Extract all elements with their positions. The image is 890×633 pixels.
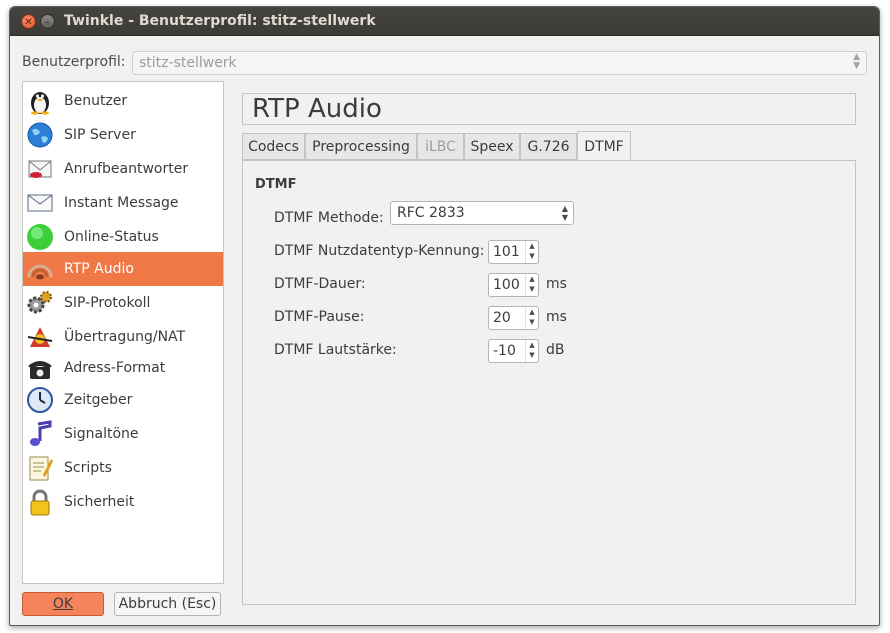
sidebar-item-label: SIP-Protokoll	[64, 295, 151, 311]
dtmf-volume-spinbox[interactable]: -10 ▲ ▼	[488, 339, 539, 363]
profile-label: Benutzerprofil:	[22, 54, 126, 70]
dtmf-duration-value: 100	[493, 277, 520, 293]
sidebar-item-label: Instant Message	[64, 195, 179, 211]
page-title-box: RTP Audio	[242, 93, 856, 125]
sidebar-item-label: SIP Server	[64, 127, 136, 143]
sidebar-item-label: Anrufbeantworter	[64, 161, 189, 177]
envelope-icon	[26, 189, 54, 217]
tab-preprocessing[interactable]: Preprocessing	[305, 133, 417, 160]
profile-select-value: stitz-stellwerk	[139, 55, 237, 71]
sidebar-item-zeitgeber[interactable]: Zeitgeber	[23, 383, 223, 417]
spin-arrows-icon[interactable]: ▲ ▼	[525, 274, 538, 296]
sidebar-item-sip-server[interactable]: SIP Server	[23, 118, 223, 152]
group-title: DTMF	[255, 177, 297, 192]
minimize-window-button[interactable]: –	[40, 14, 55, 29]
sidebar-item-label: Übertragung/NAT	[64, 329, 186, 345]
dtmf-duration-spinbox[interactable]: 100 ▲ ▼	[488, 273, 539, 297]
page-title: RTP Audio	[252, 94, 382, 124]
spin-arrows-icon[interactable]: ▲ ▼	[525, 340, 538, 362]
sidebar-item-benutzer[interactable]: Benutzer	[23, 84, 223, 118]
cancel-button[interactable]: Abbruch (Esc)	[114, 592, 221, 616]
sidebar-item-online-status[interactable]: Online-Status	[23, 220, 223, 254]
sidebar-item-anrufbeantworter[interactable]: Anrufbeantworter	[23, 152, 223, 186]
dtmf-volume-value: -10	[493, 343, 516, 359]
dtmf-duration-label: DTMF-Dauer:	[274, 276, 366, 292]
tab-dtmf[interactable]: DTMF	[577, 131, 631, 160]
dtmf-pause-unit: ms	[546, 309, 567, 325]
ok-button[interactable]: OK	[22, 592, 104, 616]
category-sidebar: Benutzer SIP Server Anrufbeantworter Ins…	[22, 81, 224, 584]
dtmf-panel: DTMF DTMF Methode: RFC 2833 ▲ ▼ DTMF Nutz…	[242, 160, 856, 605]
dtmf-method-select[interactable]: RFC 2833 ▲ ▼	[390, 201, 574, 225]
dtmf-volume-label: DTMF Lautstärke:	[274, 342, 397, 358]
tab-g726[interactable]: G.726	[520, 133, 577, 160]
profile-select[interactable]: stitz-stellwerk ▲ ▼	[132, 51, 867, 75]
sidebar-item-label: Adress-Format	[64, 360, 166, 376]
sidebar-item-label: Signaltöne	[64, 426, 139, 442]
telephone-icon	[26, 354, 54, 382]
sidebar-item-label: RTP Audio	[64, 261, 134, 277]
padlock-icon	[26, 488, 54, 516]
dtmf-volume-unit: dB	[546, 342, 565, 358]
dtmf-method-value: RFC 2833	[397, 205, 465, 221]
script-icon	[26, 454, 54, 482]
spin-arrows-icon[interactable]: ▲ ▼	[525, 307, 538, 329]
updown-arrows-icon: ▲ ▼	[561, 204, 568, 222]
network-icon	[26, 323, 54, 351]
ok-label: OK	[52, 596, 74, 612]
tab-codecs[interactable]: Codecs	[242, 133, 305, 160]
title-bar: ✕ – Twinkle - Benutzerprofil: stitz-stel…	[10, 7, 879, 36]
globe-icon	[26, 121, 54, 149]
sidebar-item-uebertragung-nat[interactable]: Übertragung/NAT	[23, 320, 223, 354]
window-title: Twinkle - Benutzerprofil: stitz-stellwer…	[64, 13, 376, 29]
sidebar-item-sip-protokoll[interactable]: SIP-Protokoll	[23, 286, 223, 320]
sidebar-item-instant-message[interactable]: Instant Message	[23, 186, 223, 220]
audio-icon	[26, 255, 54, 283]
music-note-icon	[26, 420, 54, 448]
dtmf-duration-unit: ms	[546, 276, 567, 292]
dtmf-method-label: DTMF Methode:	[274, 210, 384, 226]
gears-icon	[26, 289, 54, 317]
dtmf-payload-value: 101	[493, 244, 520, 260]
sidebar-item-label: Zeitgeber	[64, 392, 133, 408]
sidebar-item-label: Online-Status	[64, 229, 159, 245]
green-light-icon	[26, 223, 54, 251]
sidebar-item-signaltoene[interactable]: Signaltöne	[23, 417, 223, 451]
preferences-window: ✕ – Twinkle - Benutzerprofil: stitz-stel…	[9, 6, 880, 626]
dtmf-payload-label: DTMF Nutzdatentyp-Kennung:	[274, 243, 485, 259]
penguin-icon	[26, 87, 54, 115]
tab-speex[interactable]: Speex	[464, 133, 520, 160]
sidebar-item-label: Scripts	[64, 460, 112, 476]
profile-row: Benutzerprofil: stitz-stellwerk ▲ ▼	[22, 51, 870, 75]
sidebar-item-adress-format[interactable]: Adress-Format	[23, 351, 223, 385]
sidebar-item-scripts[interactable]: Scripts	[23, 451, 223, 485]
dtmf-pause-spinbox[interactable]: 20 ▲ ▼	[488, 306, 539, 330]
dtmf-pause-label: DTMF-Pause:	[274, 309, 365, 325]
updown-arrows-icon: ▲ ▼	[853, 52, 860, 71]
voicemail-icon	[26, 155, 54, 183]
close-window-button[interactable]: ✕	[21, 14, 36, 29]
sidebar-item-label: Benutzer	[64, 93, 128, 109]
sidebar-item-sicherheit[interactable]: Sicherheit	[23, 485, 223, 519]
tab-ilbc: iLBC	[417, 133, 464, 160]
sidebar-item-label: Sicherheit	[64, 494, 135, 510]
sidebar-item-rtp-audio[interactable]: RTP Audio	[23, 252, 223, 286]
spin-arrows-icon[interactable]: ▲ ▼	[525, 241, 538, 263]
clock-icon	[26, 386, 54, 414]
dtmf-payload-spinbox[interactable]: 101 ▲ ▼	[488, 240, 539, 264]
dtmf-pause-value: 20	[493, 310, 511, 326]
